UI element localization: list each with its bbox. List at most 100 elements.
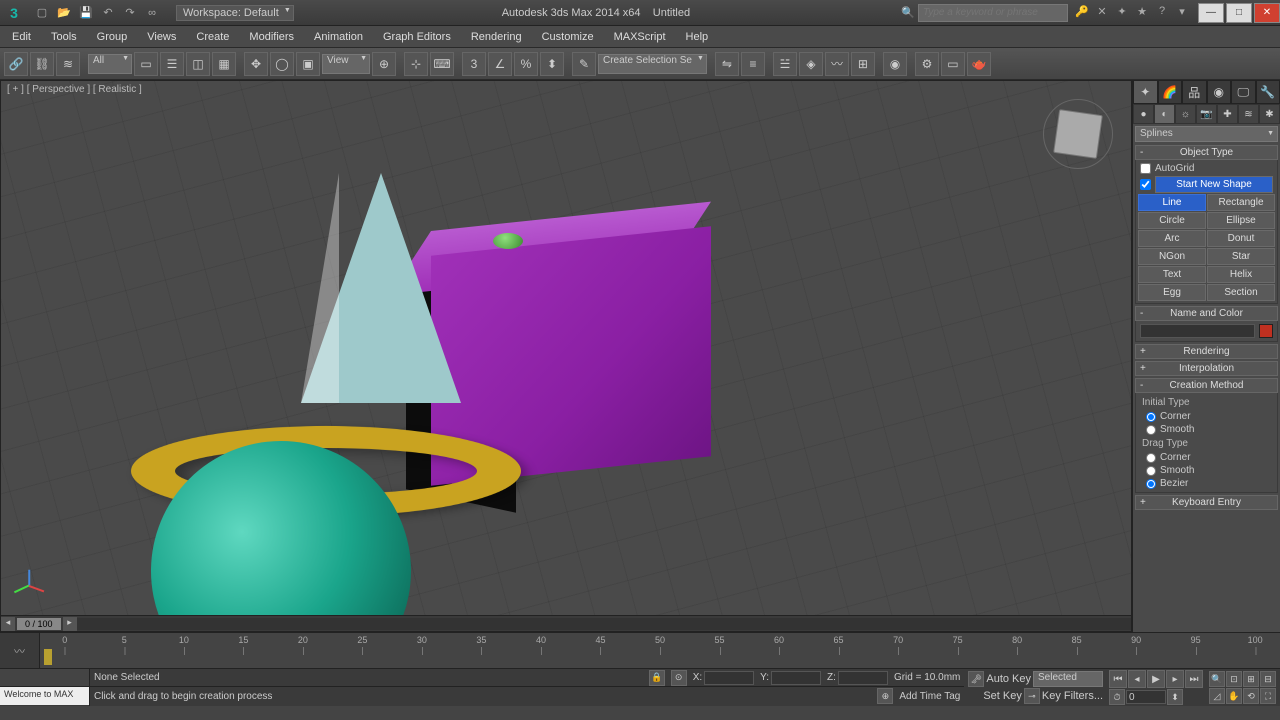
- next-frame-icon[interactable]: ▸: [1166, 670, 1184, 688]
- menu-views[interactable]: Views: [137, 28, 186, 46]
- drag-smooth-radio[interactable]: [1146, 466, 1156, 476]
- select-name-icon[interactable]: ☰: [160, 52, 184, 76]
- select-link-icon[interactable]: 🔗: [4, 52, 28, 76]
- modify-tab-icon[interactable]: 🌈: [1158, 80, 1183, 104]
- frame-spinner-icon[interactable]: ⬍: [1167, 689, 1183, 705]
- zoom-icon[interactable]: 🔍: [1209, 671, 1225, 687]
- trackbar[interactable]: 〰 05101520253035404550556065707580859095…: [0, 632, 1280, 668]
- qat-undo-icon[interactable]: ↶: [98, 3, 118, 23]
- menu-customize[interactable]: Customize: [532, 28, 604, 46]
- create-tab-icon[interactable]: ✦: [1133, 80, 1158, 104]
- viewcube[interactable]: [1043, 99, 1113, 169]
- current-frame-input[interactable]: [1126, 690, 1166, 704]
- time-tag-icon[interactable]: ⊕: [877, 688, 893, 704]
- select-manipulate-icon[interactable]: ⊹: [404, 52, 428, 76]
- time-slider-next-icon[interactable]: ▸: [63, 617, 77, 631]
- lights-subtab-icon[interactable]: ☼: [1175, 104, 1196, 124]
- menu-modifiers[interactable]: Modifiers: [239, 28, 304, 46]
- graphite-icon[interactable]: ◈: [799, 52, 823, 76]
- time-slider-prev-icon[interactable]: ◂: [1, 617, 15, 631]
- curve-editor-icon[interactable]: 〰: [825, 52, 849, 76]
- menu-create[interactable]: Create: [186, 28, 239, 46]
- mirror-icon[interactable]: ⇋: [715, 52, 739, 76]
- rotate-icon[interactable]: ◯: [270, 52, 294, 76]
- star-button[interactable]: Star: [1207, 248, 1275, 265]
- workspace-selector[interactable]: Workspace: Default: [176, 5, 294, 21]
- text-button[interactable]: Text: [1138, 266, 1206, 283]
- key-filters-button[interactable]: Key Filters...: [1042, 690, 1103, 702]
- comm-icon[interactable]: ✦: [1114, 5, 1130, 21]
- time-config-icon[interactable]: ⏱: [1109, 689, 1125, 705]
- signin-icon[interactable]: 🔑: [1074, 5, 1090, 21]
- start-new-shape-checkbox[interactable]: [1140, 179, 1151, 190]
- shapes-subtab-icon[interactable]: ◐: [1154, 104, 1175, 124]
- creation-method-rollout-header[interactable]: -Creation Method: [1135, 378, 1278, 393]
- menu-help[interactable]: Help: [676, 28, 719, 46]
- systems-subtab-icon[interactable]: ✱: [1259, 104, 1280, 124]
- y-coord-input[interactable]: [771, 671, 821, 685]
- fov-icon[interactable]: ◿: [1209, 688, 1225, 704]
- menu-maxscript[interactable]: MAXScript: [604, 28, 676, 46]
- ellipse-button[interactable]: Ellipse: [1207, 212, 1275, 229]
- minimize-button[interactable]: —: [1198, 3, 1224, 23]
- name-and-color-rollout-header[interactable]: -Name and Color: [1135, 306, 1278, 321]
- isolate-icon[interactable]: ⊙: [671, 670, 687, 686]
- setkey-button[interactable]: Set Key: [983, 690, 1022, 702]
- goto-start-icon[interactable]: ⏮: [1109, 670, 1127, 688]
- named-selection-sets[interactable]: Create Selection Se: [598, 54, 707, 74]
- zoom-extents-icon[interactable]: ⊞: [1243, 671, 1259, 687]
- ngon-button[interactable]: NGon: [1138, 248, 1206, 265]
- menu-animation[interactable]: Animation: [304, 28, 373, 46]
- edit-named-sel-icon[interactable]: ✎: [572, 52, 596, 76]
- help-dropdown-icon[interactable]: ▾: [1174, 5, 1190, 21]
- arc-button[interactable]: Arc: [1138, 230, 1206, 247]
- render-setup-icon[interactable]: ⚙: [915, 52, 939, 76]
- motion-tab-icon[interactable]: ◉: [1207, 80, 1232, 104]
- start-new-shape-button[interactable]: Start New Shape: [1155, 176, 1273, 193]
- favorites-icon[interactable]: ★: [1134, 5, 1150, 21]
- app-icon[interactable]: 3: [0, 0, 28, 26]
- key-mode-dropdown[interactable]: Selected: [1033, 671, 1103, 687]
- window-crossing-icon[interactable]: ▦: [212, 52, 236, 76]
- display-tab-icon[interactable]: 🖵: [1231, 80, 1256, 104]
- time-slider[interactable]: ◂ 0 / 100 ▸: [1, 615, 1131, 631]
- search-toggle-icon[interactable]: 🔍: [898, 3, 918, 23]
- prev-frame-icon[interactable]: ◂: [1128, 670, 1146, 688]
- drag-bezier-radio[interactable]: [1146, 479, 1156, 489]
- maxscript-mini-listener[interactable]: [0, 669, 89, 687]
- zoom-extents-all-icon[interactable]: ⊟: [1260, 671, 1276, 687]
- drag-corner-radio[interactable]: [1146, 453, 1156, 463]
- z-coord-input[interactable]: [838, 671, 888, 685]
- rectangle-button[interactable]: Rectangle: [1207, 194, 1275, 211]
- line-button[interactable]: Line: [1138, 194, 1206, 211]
- play-icon[interactable]: ▶: [1147, 670, 1165, 688]
- initial-smooth-radio[interactable]: [1146, 425, 1156, 435]
- keyboard-entry-rollout-header[interactable]: +Keyboard Entry: [1135, 495, 1278, 510]
- viewport-label[interactable]: [ + ] [ Perspective ] [ Realistic ]: [7, 84, 142, 95]
- unlink-icon[interactable]: ⛓: [30, 52, 54, 76]
- utilities-tab-icon[interactable]: 🔧: [1256, 80, 1280, 104]
- zoom-all-icon[interactable]: ⊡: [1226, 671, 1242, 687]
- menu-group[interactable]: Group: [87, 28, 138, 46]
- time-slider-handle[interactable]: 0 / 100: [17, 618, 61, 630]
- section-button[interactable]: Section: [1207, 284, 1275, 301]
- geometry-subtab-icon[interactable]: ●: [1133, 104, 1154, 124]
- close-button[interactable]: ✕: [1254, 3, 1280, 23]
- qat-link-icon[interactable]: ∞: [142, 3, 162, 23]
- maximize-button[interactable]: □: [1226, 3, 1252, 23]
- material-editor-icon[interactable]: ◉: [883, 52, 907, 76]
- maximize-viewport-icon[interactable]: ⛶: [1260, 688, 1276, 704]
- percent-snap-icon[interactable]: %: [514, 52, 538, 76]
- add-time-tag[interactable]: Add Time Tag: [899, 691, 960, 702]
- pan-icon[interactable]: ✋: [1226, 688, 1242, 704]
- snap-toggle-icon[interactable]: 3: [462, 52, 486, 76]
- shapes-category-dropdown[interactable]: Splines: [1135, 126, 1278, 142]
- x-coord-input[interactable]: [704, 671, 754, 685]
- rendering-rollout-header[interactable]: +Rendering: [1135, 344, 1278, 359]
- menu-edit[interactable]: Edit: [2, 28, 41, 46]
- egg-button[interactable]: Egg: [1138, 284, 1206, 301]
- search-input[interactable]: [918, 4, 1068, 22]
- move-icon[interactable]: ✥: [244, 52, 268, 76]
- qat-open-icon[interactable]: 📂: [54, 3, 74, 23]
- render-icon[interactable]: 🫖: [967, 52, 991, 76]
